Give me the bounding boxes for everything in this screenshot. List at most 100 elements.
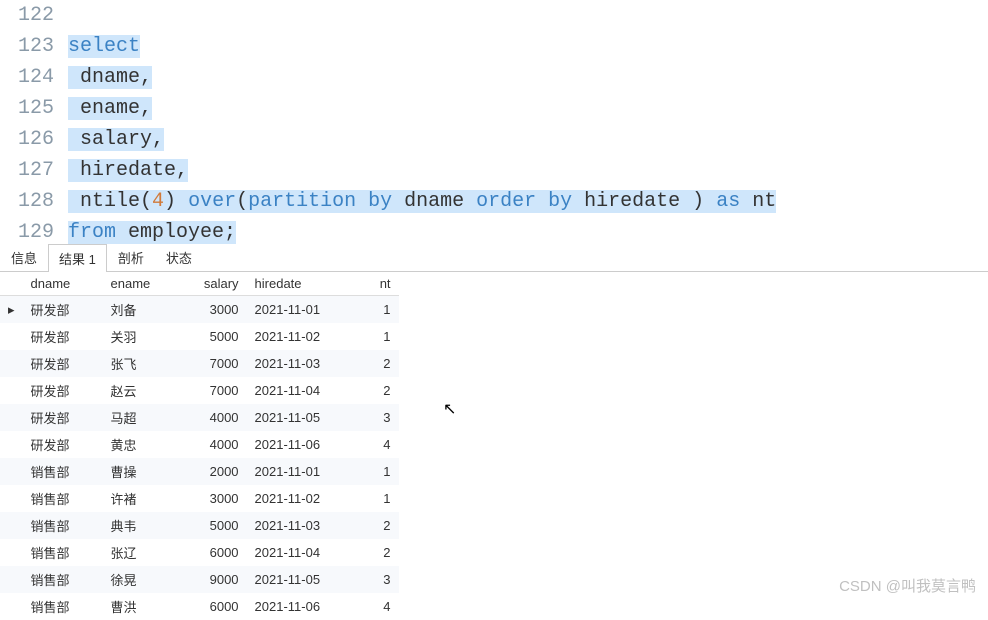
code-line[interactable]: 128 ntile(4) over(partition by dname ord… <box>0 186 988 217</box>
cell-ename[interactable]: 许褚 <box>103 485 179 512</box>
cell-ename[interactable]: 曹洪 <box>103 593 179 620</box>
cell-salary[interactable]: 5000 <box>179 512 247 539</box>
cell-ename[interactable]: 黄忠 <box>103 431 179 458</box>
col-header-nt[interactable]: nt <box>351 272 399 296</box>
tab-profile[interactable]: 剖析 <box>107 243 155 271</box>
cell-hiredate[interactable]: 2021-11-01 <box>247 458 351 485</box>
line-content: from employee; <box>68 217 988 248</box>
code-line[interactable]: 123 select <box>0 31 988 62</box>
cell-nt[interactable]: 3 <box>351 566 399 593</box>
cell-hiredate[interactable]: 2021-11-04 <box>247 539 351 566</box>
cell-dname[interactable]: 研发部 <box>23 404 103 431</box>
cell-salary[interactable]: 7000 <box>179 350 247 377</box>
cell-salary[interactable]: 5000 <box>179 323 247 350</box>
table-row[interactable]: ▸研发部刘备30002021-11-011 <box>0 296 399 324</box>
tab-result-1[interactable]: 结果 1 <box>48 244 107 272</box>
col-header-salary[interactable]: salary <box>179 272 247 296</box>
cell-nt[interactable]: 4 <box>351 593 399 620</box>
cell-ename[interactable]: 典韦 <box>103 512 179 539</box>
cell-dname[interactable]: 销售部 <box>23 485 103 512</box>
table-row[interactable]: 销售部曹洪60002021-11-064 <box>0 593 399 620</box>
code-line[interactable]: 124 dname, <box>0 62 988 93</box>
line-number: 122 <box>0 0 68 31</box>
cell-salary[interactable]: 7000 <box>179 377 247 404</box>
cell-hiredate[interactable]: 2021-11-04 <box>247 377 351 404</box>
col-header-hiredate[interactable]: hiredate <box>247 272 351 296</box>
result-grid[interactable]: dname ename salary hiredate nt ▸研发部刘备300… <box>0 272 399 620</box>
cell-salary[interactable]: 3000 <box>179 485 247 512</box>
cell-nt[interactable]: 1 <box>351 296 399 324</box>
cell-salary[interactable]: 2000 <box>179 458 247 485</box>
cell-hiredate[interactable]: 2021-11-02 <box>247 323 351 350</box>
cell-hiredate[interactable]: 2021-11-06 <box>247 431 351 458</box>
line-content <box>68 0 988 31</box>
cell-nt[interactable]: 3 <box>351 404 399 431</box>
table-row[interactable]: 研发部张飞70002021-11-032 <box>0 350 399 377</box>
cell-salary[interactable]: 6000 <box>179 539 247 566</box>
cell-ename[interactable]: 张辽 <box>103 539 179 566</box>
cell-hiredate[interactable]: 2021-11-06 <box>247 593 351 620</box>
row-marker <box>0 593 23 620</box>
cell-hiredate[interactable]: 2021-11-01 <box>247 296 351 324</box>
cell-nt[interactable]: 2 <box>351 377 399 404</box>
cell-hiredate[interactable]: 2021-11-05 <box>247 404 351 431</box>
table-row[interactable]: 研发部赵云70002021-11-042 <box>0 377 399 404</box>
line-number: 127 <box>0 155 68 186</box>
table-row[interactable]: 销售部张辽60002021-11-042 <box>0 539 399 566</box>
table-row[interactable]: 销售部徐晃90002021-11-053 <box>0 566 399 593</box>
cell-salary[interactable]: 4000 <box>179 431 247 458</box>
cell-nt[interactable]: 1 <box>351 458 399 485</box>
cell-nt[interactable]: 4 <box>351 431 399 458</box>
cell-dname[interactable]: 销售部 <box>23 566 103 593</box>
line-number: 125 <box>0 93 68 124</box>
cell-ename[interactable]: 马超 <box>103 404 179 431</box>
cell-dname[interactable]: 销售部 <box>23 458 103 485</box>
cell-ename[interactable]: 张飞 <box>103 350 179 377</box>
cell-nt[interactable]: 2 <box>351 539 399 566</box>
cell-ename[interactable]: 刘备 <box>103 296 179 324</box>
code-line[interactable]: 122 <box>0 0 988 31</box>
tab-status[interactable]: 状态 <box>155 243 203 271</box>
cell-hiredate[interactable]: 2021-11-05 <box>247 566 351 593</box>
cell-hiredate[interactable]: 2021-11-03 <box>247 512 351 539</box>
row-marker-header <box>0 272 23 296</box>
table-row[interactable]: 销售部典韦50002021-11-032 <box>0 512 399 539</box>
cell-dname[interactable]: 研发部 <box>23 431 103 458</box>
cell-dname[interactable]: 研发部 <box>23 296 103 324</box>
cell-dname[interactable]: 研发部 <box>23 350 103 377</box>
cell-dname[interactable]: 销售部 <box>23 593 103 620</box>
cell-dname[interactable]: 销售部 <box>23 539 103 566</box>
table-row[interactable]: 研发部黄忠40002021-11-064 <box>0 431 399 458</box>
line-content: select <box>68 31 988 62</box>
cell-ename[interactable]: 曹操 <box>103 458 179 485</box>
table-row[interactable]: 销售部许褚30002021-11-021 <box>0 485 399 512</box>
line-content: salary, <box>68 124 988 155</box>
cell-ename[interactable]: 赵云 <box>103 377 179 404</box>
col-header-dname[interactable]: dname <box>23 272 103 296</box>
cell-dname[interactable]: 研发部 <box>23 377 103 404</box>
cell-nt[interactable]: 2 <box>351 350 399 377</box>
cell-dname[interactable]: 销售部 <box>23 512 103 539</box>
cell-salary[interactable]: 4000 <box>179 404 247 431</box>
cell-salary[interactable]: 3000 <box>179 296 247 324</box>
cell-ename[interactable]: 徐晃 <box>103 566 179 593</box>
code-line[interactable]: 125 ename, <box>0 93 988 124</box>
table-row[interactable]: 研发部马超40002021-11-053 <box>0 404 399 431</box>
sql-editor[interactable]: 122 123 select 124 dname, 125 ename, 126… <box>0 0 988 248</box>
code-line[interactable]: 126 salary, <box>0 124 988 155</box>
cell-dname[interactable]: 研发部 <box>23 323 103 350</box>
table-row[interactable]: 研发部关羽50002021-11-021 <box>0 323 399 350</box>
cell-ename[interactable]: 关羽 <box>103 323 179 350</box>
col-header-ename[interactable]: ename <box>103 272 179 296</box>
tab-info[interactable]: 信息 <box>0 243 48 271</box>
cell-nt[interactable]: 1 <box>351 485 399 512</box>
cell-nt[interactable]: 1 <box>351 323 399 350</box>
cell-hiredate[interactable]: 2021-11-02 <box>247 485 351 512</box>
cell-hiredate[interactable]: 2021-11-03 <box>247 350 351 377</box>
code-line[interactable]: 127 hiredate, <box>0 155 988 186</box>
table-row[interactable]: 销售部曹操20002021-11-011 <box>0 458 399 485</box>
cell-nt[interactable]: 2 <box>351 512 399 539</box>
cell-salary[interactable]: 6000 <box>179 593 247 620</box>
result-tabs: 信息 结果 1 剖析 状态 <box>0 248 988 272</box>
cell-salary[interactable]: 9000 <box>179 566 247 593</box>
